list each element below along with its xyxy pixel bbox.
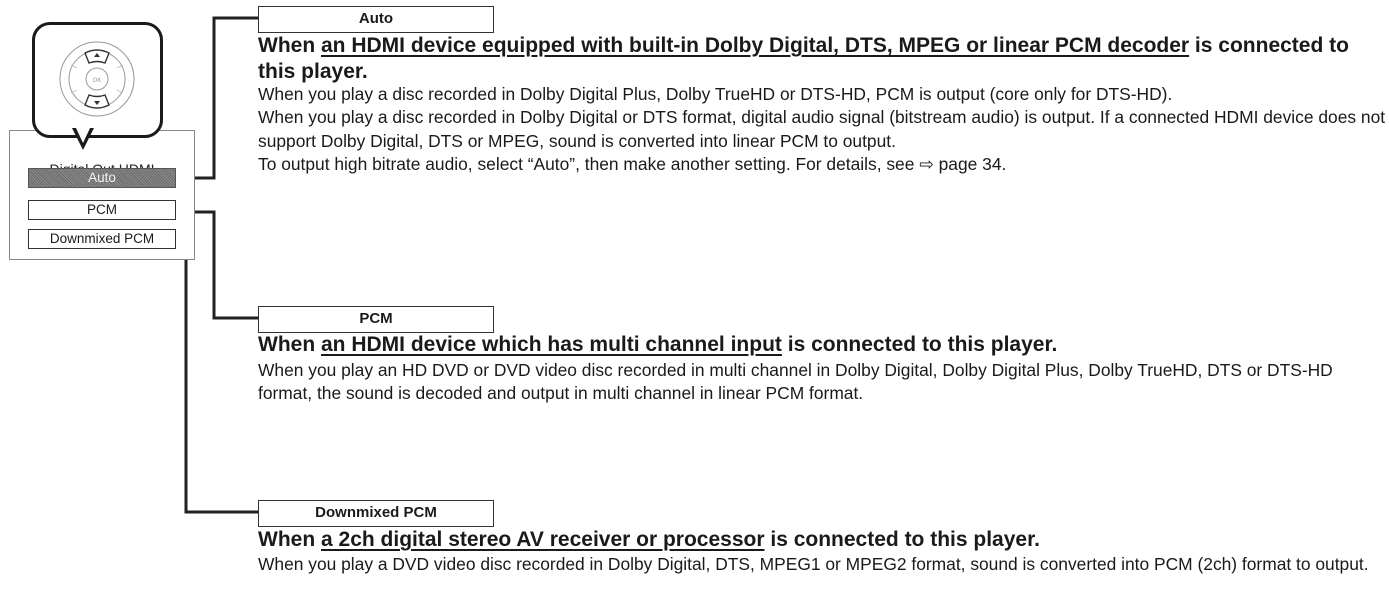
menu-item-auto[interactable]: Auto — [28, 168, 176, 188]
option-body-downmixed-pcm: When you play a DVD video disc recorded … — [258, 553, 1386, 576]
option-label-auto: Auto — [258, 6, 494, 33]
menu-item-pcm[interactable]: PCM — [28, 200, 176, 220]
connector-downmixed-pcm — [172, 237, 258, 514]
svg-text:OK: OK — [93, 78, 102, 84]
option-paragraph: When you play a disc recorded in Dolby D… — [258, 107, 1386, 151]
remote-dpad-icon: OK — [59, 41, 135, 117]
option-heading-auto: When an HDMI device equipped with built-… — [258, 34, 1349, 83]
option-paragraph: To output high bitrate audio, select “Au… — [258, 154, 1007, 175]
callout-tail-inner — [75, 126, 91, 143]
option-label-downmixed-pcm: Downmixed PCM — [258, 500, 494, 527]
option-heading-pcm: When an HDMI device which has multi chan… — [258, 333, 1058, 356]
menu-item-downmixed-pcm[interactable]: Downmixed PCM — [28, 229, 176, 249]
option-paragraph: When you play an HD DVD or DVD video dis… — [258, 360, 1333, 404]
option-heading-downmixed-pcm: When a 2ch digital stereo AV receiver or… — [258, 528, 1040, 551]
option-body-pcm: When you play an HD DVD or DVD video dis… — [258, 359, 1386, 406]
option-paragraph: When you play a DVD video disc recorded … — [258, 554, 1369, 574]
remote-callout: OK — [32, 22, 163, 138]
option-paragraph: When you play a disc recorded in Dolby D… — [258, 84, 1173, 104]
option-label-pcm: PCM — [258, 306, 494, 333]
option-body-auto: When you play a disc recorded in Dolby D… — [258, 83, 1386, 177]
